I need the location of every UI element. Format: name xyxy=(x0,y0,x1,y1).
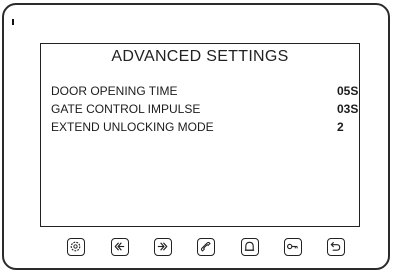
phone-icon xyxy=(200,241,211,252)
arrow-right-icon xyxy=(157,242,168,251)
call-button[interactable] xyxy=(197,238,215,256)
setting-row-extend-unlocking-mode[interactable]: EXTEND UNLOCKING MODE 2 xyxy=(51,120,349,136)
intercom-monitor-frame: ADVANCED SETTINGS DOOR OPENING TIME 05S … xyxy=(2,3,390,270)
next-button[interactable] xyxy=(154,238,172,256)
setting-value: 03S xyxy=(337,102,359,116)
page-title: ADVANCED SETTINGS xyxy=(111,48,289,65)
previous-button[interactable] xyxy=(111,238,129,256)
setting-value: 2 xyxy=(337,120,344,134)
key-icon xyxy=(287,243,298,250)
display-screen: ADVANCED SETTINGS DOOR OPENING TIME 05S … xyxy=(40,43,360,227)
return-icon xyxy=(330,241,341,251)
setting-label: DOOR OPENING TIME xyxy=(51,84,178,98)
button-bar xyxy=(67,238,367,260)
settings-button[interactable] xyxy=(67,238,85,256)
bell-button[interactable] xyxy=(241,238,259,256)
setting-label: EXTEND UNLOCKING MODE xyxy=(51,120,214,134)
indicator-light xyxy=(12,19,14,25)
setting-row-gate-control-impulse[interactable]: GATE CONTROL IMPULSE 03S xyxy=(51,102,358,118)
bell-icon xyxy=(244,241,255,251)
setting-value: 05S xyxy=(337,84,359,98)
unlock-button[interactable] xyxy=(284,238,302,256)
settings-icon xyxy=(70,241,81,252)
arrow-left-icon xyxy=(114,242,125,251)
back-button[interactable] xyxy=(327,238,345,256)
setting-label: GATE CONTROL IMPULSE xyxy=(51,102,201,116)
setting-row-door-opening-time[interactable]: DOOR OPENING TIME 05S xyxy=(51,84,358,100)
